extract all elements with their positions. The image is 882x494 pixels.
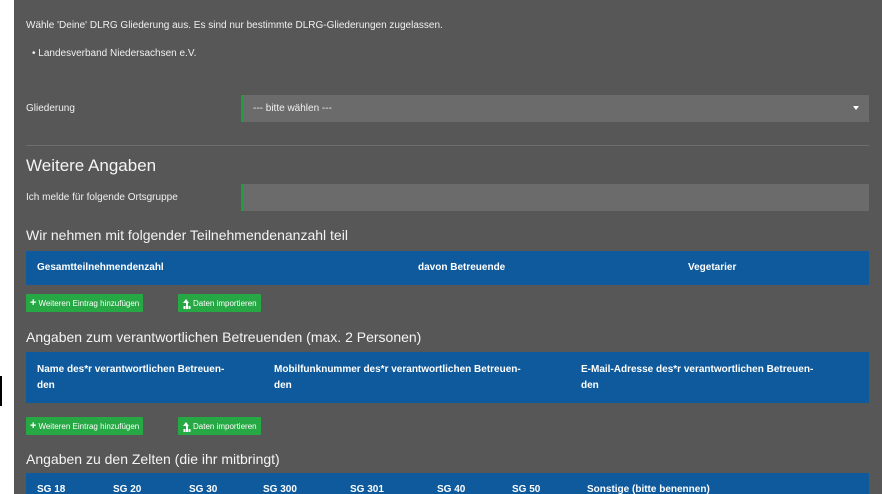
- add-entry-button[interactable]: + Weiteren Eintrag hinzufügen: [26, 294, 144, 312]
- teilnehmer-table-header: Gesamtteilnehmendenzahl davon Betreuende…: [26, 251, 869, 285]
- chevron-down-icon: [853, 106, 859, 110]
- column-header-sg20: SG 20: [113, 484, 142, 494]
- intro-bullet: • Landesverband Niedersachsen e.V.: [32, 48, 197, 59]
- column-header-name-line2: den: [37, 380, 55, 391]
- column-header-sg301: SG 301: [350, 484, 384, 494]
- add-entry-label: Weiteren Eintrag hinzufügen: [38, 298, 140, 308]
- column-header-mobil-line1: Mobilfunknummer des*r verantwortlichen B…: [274, 364, 521, 375]
- page-edge-marker: [0, 376, 2, 406]
- section-title-teilnehmer: Wir nehmen mit folgender Teilnehmendenan…: [26, 227, 348, 243]
- divider: [26, 145, 869, 146]
- section-title-betreuende: Angaben zum verantwortlichen Betreuenden…: [26, 329, 422, 345]
- column-header-vegetarier: Vegetarier: [688, 262, 737, 273]
- column-header-name-line1: Name des*r verantwortlichen Betreuen-: [37, 364, 225, 375]
- gliederung-select[interactable]: --- bitte wählen ---: [241, 95, 869, 122]
- column-header-sg40: SG 40: [437, 484, 466, 494]
- add-entry-button-2[interactable]: + Weiteren Eintrag hinzufügen: [26, 417, 144, 435]
- column-header-sonstige: Sonstige (bitte benennen): [587, 484, 710, 494]
- column-header-sg30: SG 30: [189, 484, 218, 494]
- import-data-label: Daten importieren: [193, 421, 257, 431]
- gliederung-label: Gliederung: [26, 103, 75, 114]
- section-title-zelte: Angaben zu den Zelten (die ihr mitbringt…: [26, 451, 280, 467]
- plus-icon: +: [30, 420, 37, 432]
- column-header-betreuende: davon Betreuende: [418, 262, 506, 273]
- import-data-label: Daten importieren: [193, 298, 257, 308]
- intro-text: Wähle 'Deine' DLRG Gliederung aus. Es si…: [26, 20, 443, 31]
- import-data-button-2[interactable]: Daten importieren: [178, 417, 261, 435]
- betreuende-table-header: Name des*r verantwortlichen Betreuen- de…: [26, 352, 869, 403]
- add-entry-label: Weiteren Eintrag hinzufügen: [38, 421, 140, 431]
- column-header-sg50: SG 50: [512, 484, 541, 494]
- section-title-weitere: Weitere Angaben: [26, 156, 157, 175]
- plus-icon: +: [30, 297, 37, 309]
- upload-icon: [182, 298, 191, 308]
- column-header-email-line2: den: [581, 380, 599, 391]
- import-data-button[interactable]: Daten importieren: [178, 294, 261, 312]
- column-header-mobil: Mobilfunknummer des*r verantwortlichen B…: [274, 362, 521, 394]
- gliederung-select-value: --- bitte wählen ---: [253, 103, 332, 114]
- column-header-gesamt: Gesamtteilnehmendenzahl: [37, 262, 164, 273]
- zelte-table-header: SG 18 SG 20 SG 30 SG 300 SG 301 SG 40 SG…: [26, 473, 869, 494]
- ortsgruppe-input[interactable]: [241, 184, 869, 211]
- column-header-name: Name des*r verantwortlichen Betreuen- de…: [37, 362, 224, 394]
- form-panel: Wähle 'Deine' DLRG Gliederung aus. Es si…: [14, 0, 882, 494]
- upload-icon: [182, 421, 191, 431]
- column-header-email: E-Mail-Adresse des*r verantwortlichen Be…: [581, 362, 813, 394]
- ortsgruppe-label: Ich melde für folgende Ortsgruppe: [26, 192, 178, 203]
- column-header-sg18: SG 18: [37, 484, 66, 494]
- column-header-sg300: SG 300: [263, 484, 297, 494]
- column-header-email-line1: E-Mail-Adresse des*r verantwortlichen Be…: [581, 364, 814, 375]
- column-header-mobil-line2: den: [274, 380, 292, 391]
